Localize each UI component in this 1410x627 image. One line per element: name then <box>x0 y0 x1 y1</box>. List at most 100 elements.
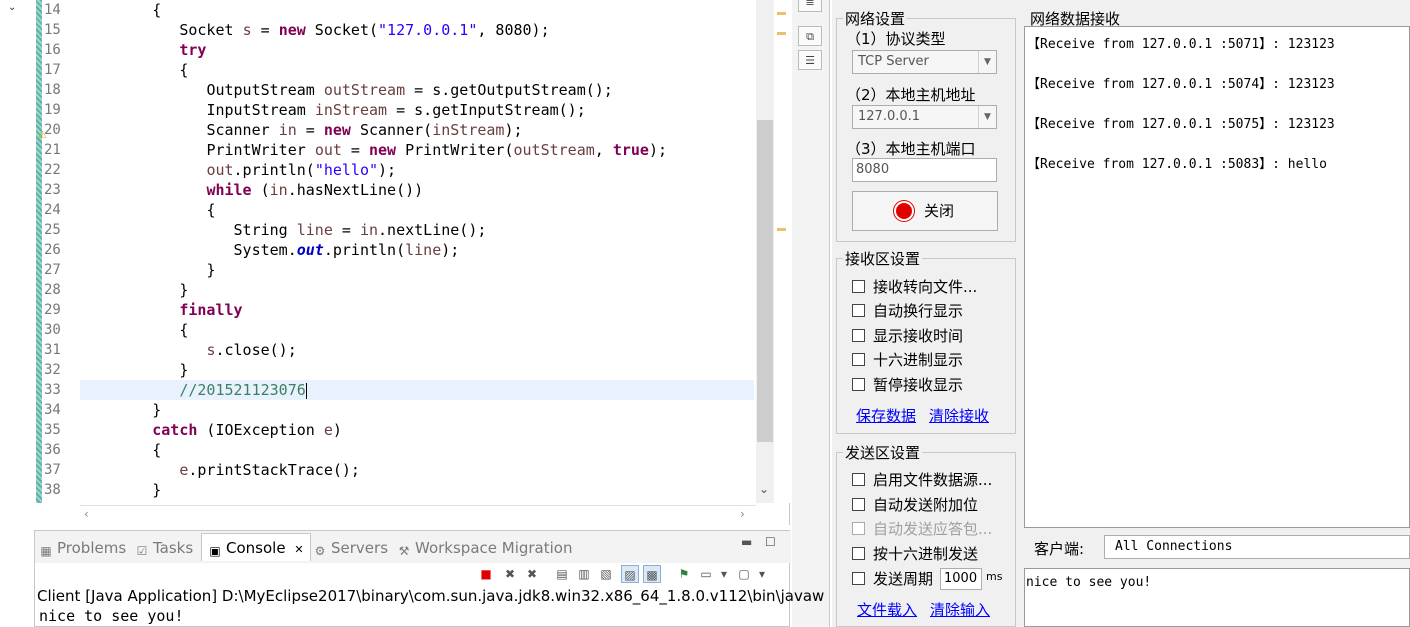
close-icon[interactable]: ✕ <box>294 543 303 556</box>
checkbox-hex-display[interactable]: 十六进制显示 <box>852 349 963 369</box>
word-wrap-icon[interactable]: ▧ <box>597 565 615 583</box>
outline-icon[interactable]: ≡ <box>798 0 822 12</box>
send-textarea[interactable]: nice to see you! <box>1024 568 1410 627</box>
text-caret <box>305 382 307 399</box>
view-tabs: ▦ Problems ☑ Tasks ▣ Console ✕ ⚙ Servers ⚒ Wo… <box>35 531 791 563</box>
close-connection-button[interactable]: 关闭 <box>852 191 998 231</box>
code-line-14: { <box>152 1 162 19</box>
clear-console-icon[interactable]: ▤ <box>553 565 571 583</box>
code-line-21: PrintWriter out = new PrintWriter(outStr… <box>206 141 668 159</box>
side-toolbar: ≡ ⧉ ☰ <box>792 0 830 627</box>
client-label: 客户端: <box>1034 540 1085 558</box>
ruler-mark[interactable] <box>777 32 786 35</box>
display-console-icon[interactable]: ▭ <box>697 565 715 583</box>
period-unit-label: ms <box>986 570 1003 583</box>
code-text[interactable]: { Socket s = new Socket("127.0.0.1", 808… <box>80 0 754 500</box>
tab-servers[interactable]: ⚙ Servers <box>313 537 388 559</box>
view-list-icon[interactable]: ☰ <box>798 50 822 70</box>
remove-all-icon[interactable]: ✖ <box>523 565 541 583</box>
scroll-right-icon[interactable]: › <box>740 507 745 521</box>
console-description: Client [Java Application] D:\MyEclipse20… <box>37 587 825 605</box>
chevron-down-icon[interactable]: ⌄ <box>8 2 16 13</box>
restore-icon[interactable]: ⧉ <box>798 26 822 46</box>
warning-icon[interactable]: ⚠ <box>38 130 50 142</box>
overview-ruler[interactable] <box>774 0 790 503</box>
save-data-link[interactable]: 保存数据 <box>856 405 916 426</box>
code-line-17: { <box>179 61 189 79</box>
chevron-down-icon[interactable]: ▼ <box>978 106 996 128</box>
checkbox-send-period[interactable]: 发送周期 <box>852 568 933 588</box>
chevron-down-icon[interactable]: ▼ <box>978 51 996 73</box>
code-line-30: { <box>179 321 189 339</box>
left-gutter: ⌄ <box>0 0 34 627</box>
open-console-icon[interactable]: ▢ <box>735 565 753 583</box>
scroll-lock-icon[interactable]: ▥ <box>575 565 593 583</box>
code-line-25: String line = in.nextLine(); <box>233 221 487 239</box>
tab-tasks[interactable]: ☑ Tasks <box>135 537 194 559</box>
code-line-16: try <box>179 41 207 59</box>
send-settings-title: 发送区设置 <box>845 444 921 462</box>
show-stdout-icon[interactable]: ▨ <box>621 565 639 583</box>
pin-console-icon[interactable]: ⚑ <box>675 565 693 583</box>
receive-line: 【Receive from 127.0.0.1 :5074】: 123123 <box>1027 77 1335 92</box>
code-line-18: OutputStream outStream = s.getOutputStre… <box>206 81 613 99</box>
code-line-31: s.close(); <box>206 341 297 359</box>
editor-horizontal-scrollbar[interactable]: ‹ › <box>80 505 756 523</box>
checkbox-receive-to-file[interactable]: 接收转向文件... <box>852 276 977 296</box>
receive-settings-title: 接收区设置 <box>845 250 921 268</box>
protocol-select[interactable]: TCP Server ▼ <box>852 50 997 74</box>
servers-icon: ⚙ <box>314 544 326 558</box>
checkbox-pause-receive[interactable]: 暂停接收显示 <box>852 374 963 394</box>
remove-launch-icon[interactable]: ✖ <box>501 565 519 583</box>
code-line-23: while (in.hasNextLine()) <box>206 181 424 199</box>
code-line-33-current: //201521123076 <box>80 380 754 400</box>
quick-diff-bar <box>36 0 42 503</box>
ruler-mark[interactable] <box>777 228 786 231</box>
scrollbar-thumb[interactable] <box>757 120 773 442</box>
checkbox-file-source[interactable]: 启用文件数据源... <box>852 469 992 489</box>
code-line-26: System.out.println(line); <box>233 241 460 259</box>
send-text: nice to see you! <box>1026 575 1152 590</box>
port-input[interactable]: 8080 <box>852 158 997 182</box>
console-view: ▦ Problems ☑ Tasks ▣ Console ✕ ⚙ Servers ⚒ Wo… <box>34 530 824 627</box>
tab-console[interactable]: ▣ Console ✕ <box>201 533 311 561</box>
host-select[interactable]: 127.0.0.1 ▼ <box>852 105 997 129</box>
scroll-down-icon[interactable]: ⌄ <box>759 482 769 496</box>
minimize-icon[interactable]: ▬ <box>741 535 752 549</box>
checkbox-auto-wrap[interactable]: 自动换行显示 <box>852 300 963 320</box>
ruler-mark[interactable] <box>777 12 786 15</box>
client-select[interactable]: All Connections <box>1104 535 1410 559</box>
code-line-22: out.println("hello"); <box>206 161 397 179</box>
checkbox-hex-send[interactable]: 按十六进制发送 <box>852 543 978 563</box>
tasks-icon: ☑ <box>136 544 148 558</box>
tab-workspace-migration[interactable]: ⚒ Workspace Migration <box>397 537 573 559</box>
send-period-input[interactable]: 1000 <box>940 568 982 590</box>
scroll-left-icon[interactable]: ‹ <box>84 507 89 521</box>
line-numbers: 14 15 16 17 18 19 20 21 22 23 24 25 26 2… <box>44 2 61 498</box>
code-line-38: } <box>152 481 162 499</box>
tab-problems[interactable]: ▦ Problems <box>39 537 126 559</box>
checkbox-show-time[interactable]: 显示接收时间 <box>852 325 963 345</box>
editor-vertical-scrollbar[interactable]: ⌄ <box>756 0 774 503</box>
maximize-icon[interactable]: ☐ <box>765 535 776 549</box>
terminate-icon[interactable]: ■ <box>477 565 495 583</box>
chevron-down-icon[interactable]: ▾ <box>715 565 733 583</box>
receive-line: 【Receive from 127.0.0.1 :5083】: hello <box>1027 157 1327 172</box>
code-line-19: InputStream inStream = s.getInputStream(… <box>206 101 586 119</box>
receive-textarea[interactable]: 【Receive from 127.0.0.1 :5071】: 123123 【… <box>1024 26 1410 528</box>
load-file-link[interactable]: 文件载入 <box>857 599 917 620</box>
show-stderr-icon[interactable]: ▩ <box>643 565 661 583</box>
console-output[interactable]: nice to see you! <box>39 607 184 625</box>
status-led-icon <box>895 203 912 219</box>
chevron-down-icon[interactable]: ▾ <box>753 565 771 583</box>
clear-receive-link[interactable]: 清除接收 <box>929 405 989 426</box>
checkbox-auto-append[interactable]: 自动发送附加位 <box>852 494 978 514</box>
code-line-34: } <box>152 401 162 419</box>
code-line-27: } <box>206 261 216 279</box>
receive-line: 【Receive from 127.0.0.1 :5075】: 123123 <box>1027 117 1335 132</box>
code-editor[interactable]: 14 15 16 17 18 19 20 21 22 23 24 25 26 2… <box>34 0 790 525</box>
clear-input-link[interactable]: 清除输入 <box>930 599 990 620</box>
code-line-28: } <box>179 281 189 299</box>
host-label: （2）本地主机地址 <box>846 86 976 104</box>
problems-icon: ▦ <box>40 544 52 558</box>
